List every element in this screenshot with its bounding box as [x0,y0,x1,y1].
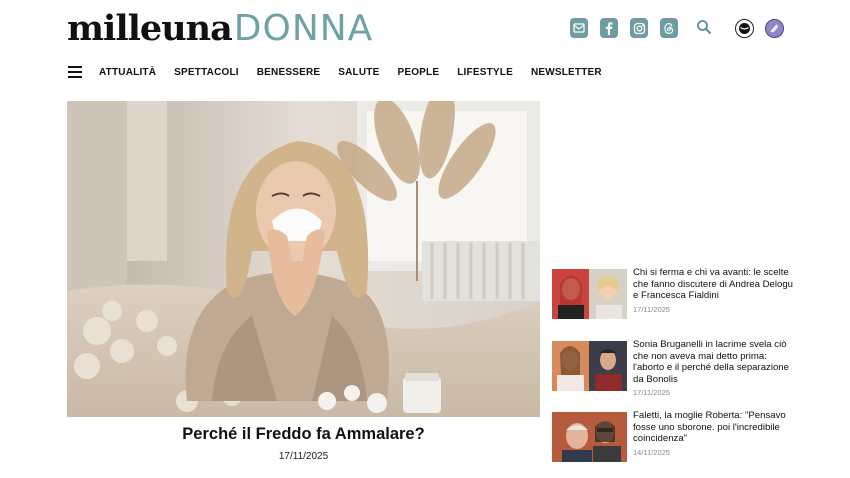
side-article-3-date: 14/11/2025 [633,447,670,457]
instagram-icon[interactable] [630,18,648,38]
site-logo[interactable]: milleuna DONNA [67,8,373,50]
logo-text-donna: DONNA [233,8,374,49]
brand-badge-b-icon[interactable] [765,19,784,38]
hamburger-icon[interactable] [68,66,82,78]
nav-item-salute[interactable]: SALUTE [338,67,379,78]
side-article-3[interactable]: Faletti, la moglie Roberta: "Pensavo fos… [552,410,793,464]
nav-item-spettacoli[interactable]: SPETTACOLI [174,67,239,78]
facebook-icon[interactable] [600,18,618,38]
search-icon[interactable] [696,19,716,39]
hero-image[interactable] [67,101,540,417]
side-article-2-title[interactable]: Sonia Bruganelli in lacrime svela ciò ch… [633,339,793,385]
nav-item-newsletter[interactable]: NEWSLETTER [531,67,602,78]
hero-title[interactable]: Perché il Freddo fa Ammalare? [67,425,540,444]
side-article-1-title[interactable]: Chi si ferma e chi va avanti: le scelte … [633,267,793,302]
side-article-3-text: Faletti, la moglie Roberta: "Pensavo fos… [633,410,793,457]
side-article-3-title[interactable]: Faletti, la moglie Roberta: "Pensavo fos… [633,410,793,445]
side-article-2-text: Sonia Bruganelli in lacrime svela ciò ch… [633,339,793,397]
side-article-1-text: Chi si ferma e chi va avanti: le scelte … [633,267,793,314]
brand-badge-a-icon[interactable] [735,19,754,38]
side-article-1[interactable]: Chi si ferma e chi va avanti: le scelte … [552,267,793,321]
nav-item-lifestyle[interactable]: LIFESTYLE [457,67,513,78]
newsletter-icon[interactable] [570,18,588,38]
logo-text-milleuna: milleuna [67,8,233,49]
side-article-3-thumbnail[interactable] [552,412,627,462]
main-nav: ATTUALITÀ SPETTACOLI BENESSERE SALUTE PE… [99,67,620,78]
side-article-1-thumbnail[interactable] [552,269,627,319]
nav-item-people[interactable]: PEOPLE [397,67,439,78]
nav-item-benessere[interactable]: BENESSERE [257,67,321,78]
threads-icon[interactable] [660,18,678,38]
hero-date: 17/11/2025 [278,451,329,462]
nav-item-attualita[interactable]: ATTUALITÀ [99,67,156,78]
side-article-2[interactable]: Sonia Bruganelli in lacrime svela ciò ch… [552,339,792,397]
side-article-1-date: 17/11/2025 [633,304,670,314]
side-article-2-thumbnail[interactable] [552,341,627,391]
side-article-2-date: 17/11/2025 [633,388,670,397]
